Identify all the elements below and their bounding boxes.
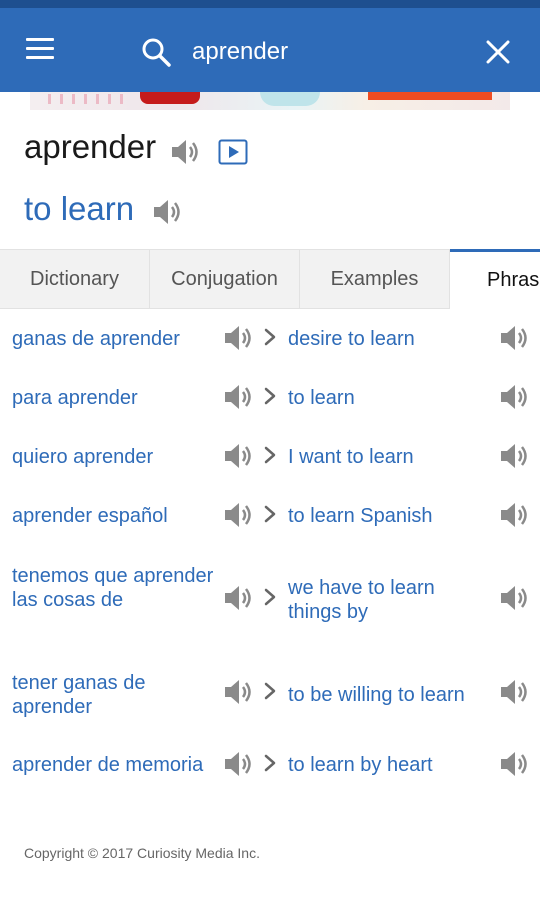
app-bar — [0, 8, 540, 92]
phrase-english[interactable]: to learn by heart — [288, 753, 488, 777]
speaker-icon[interactable] — [221, 380, 255, 414]
speaker-icon[interactable] — [221, 321, 255, 355]
chevron-right-icon — [264, 328, 276, 346]
chevron-right-icon — [264, 446, 276, 464]
copyright-footer: Copyright © 2017 Curiosity Media Inc. — [24, 845, 260, 861]
headword: aprender — [24, 128, 157, 165]
status-bar — [0, 0, 540, 8]
speaker-icon[interactable] — [221, 498, 255, 532]
speaker-icon[interactable] — [221, 747, 255, 781]
speaker-icon[interactable] — [221, 439, 255, 473]
speaker-icon[interactable] — [221, 581, 255, 615]
search-icon[interactable] — [140, 36, 172, 68]
speaker-icon[interactable] — [221, 675, 255, 709]
tab-dictionary[interactable]: Dictionary — [0, 249, 150, 309]
chevron-right-icon — [264, 588, 276, 606]
phrase-spanish[interactable]: ganas de aprender — [12, 327, 222, 351]
video-play-icon[interactable] — [218, 139, 248, 165]
tab-conjugation[interactable]: Conjugation — [150, 249, 300, 309]
phrase-english[interactable]: desire to learn — [288, 327, 488, 351]
search-input[interactable] — [192, 32, 462, 72]
chevron-right-icon — [264, 754, 276, 772]
phrase-english[interactable]: to learn Spanish — [288, 504, 488, 528]
phrase-spanish[interactable]: quiero aprender — [12, 445, 222, 469]
speaker-icon[interactable] — [497, 675, 531, 709]
phrase-spanish[interactable]: tener ganas de aprender — [12, 671, 222, 719]
tab-examples[interactable]: Examples — [300, 249, 450, 309]
phrase-english[interactable]: we have to learn things by — [288, 576, 488, 624]
phrase-spanish[interactable]: aprender de memoria — [12, 753, 222, 777]
speaker-icon[interactable] — [497, 439, 531, 473]
phrase-english[interactable]: I want to learn — [288, 445, 488, 469]
phrase-english[interactable]: to be willing to learn — [288, 683, 488, 707]
speaker-icon[interactable] — [497, 747, 531, 781]
translation[interactable]: to learn — [24, 190, 134, 228]
hamburger-menu-icon[interactable] — [22, 36, 62, 66]
speaker-icon[interactable] — [497, 321, 531, 355]
ad-banner[interactable] — [30, 92, 510, 110]
phrase-spanish[interactable]: tenemos que aprender las cosas de — [12, 564, 222, 612]
phrase-spanish[interactable]: para aprender — [12, 386, 222, 410]
tab-phrases[interactable]: Phrases — [450, 249, 540, 309]
speaker-icon[interactable] — [497, 380, 531, 414]
speaker-icon[interactable] — [168, 135, 202, 169]
chevron-right-icon — [264, 505, 276, 523]
chevron-right-icon — [264, 387, 276, 405]
speaker-icon[interactable] — [497, 581, 531, 615]
tab-bar: Dictionary Conjugation Examples Phrases — [0, 249, 540, 309]
phrase-spanish[interactable]: aprender español — [12, 504, 222, 528]
speaker-icon[interactable] — [497, 498, 531, 532]
chevron-right-icon — [264, 682, 276, 700]
close-icon[interactable] — [482, 36, 514, 68]
speaker-icon[interactable] — [150, 195, 184, 229]
phrase-english[interactable]: to learn — [288, 386, 488, 410]
